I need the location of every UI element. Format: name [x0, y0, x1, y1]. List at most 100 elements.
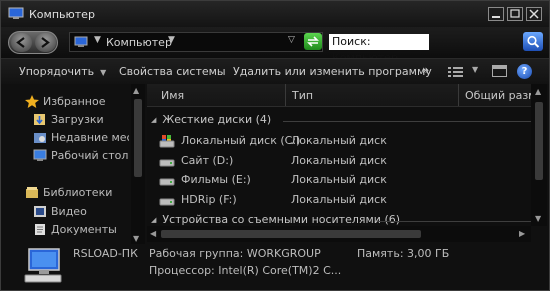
- drive-row[interactable]: Сайт (D:) Локальный диск: [159, 152, 519, 170]
- breadcrumb[interactable]: Компьютер: [106, 36, 172, 49]
- column-name[interactable]: Имя: [161, 89, 184, 102]
- more-commands-button[interactable]: »: [422, 63, 429, 77]
- chevron-down-icon[interactable]: ▼: [472, 65, 478, 74]
- scroll-down-icon[interactable]: ▼: [133, 234, 139, 243]
- arrow-right-icon: [41, 37, 50, 48]
- column-divider[interactable]: [285, 84, 286, 106]
- sidebar-item-label: Недавние места: [51, 131, 129, 144]
- address-row: ▼ Компьютер ▼ ▽ Поиск: Компьютер: [1, 27, 549, 64]
- address-history-dropdown[interactable]: ▽: [288, 35, 295, 45]
- drive-name: Локальный диск (C:): [181, 134, 301, 147]
- view-options-icon[interactable]: [448, 66, 464, 78]
- scrollbar-thumb[interactable]: [535, 102, 543, 180]
- address-bar[interactable]: ▼ Компьютер ▼ ▽: [69, 32, 323, 52]
- collapse-icon: ◢: [151, 116, 157, 124]
- sidebar-item-documents[interactable]: Документы: [33, 222, 129, 238]
- drive-row[interactable]: Фильмы (E:) Локальный диск: [159, 171, 519, 189]
- scroll-right-icon[interactable]: ▶: [519, 229, 525, 238]
- group-label: Устройства со съемными носителями (6): [162, 213, 401, 226]
- computer-icon: [8, 7, 24, 19]
- maximize-button[interactable]: [507, 7, 523, 21]
- computer-icon: [74, 36, 88, 47]
- video-icon: [34, 206, 46, 217]
- sidebar-item-recent-places[interactable]: Недавние места: [33, 130, 129, 146]
- scrollbar-thumb[interactable]: [161, 230, 421, 238]
- computer-name: RSLOAD-ПК: [73, 247, 138, 260]
- close-button[interactable]: [526, 7, 542, 21]
- system-properties-button[interactable]: Свойства системы: [119, 65, 226, 78]
- drive-row[interactable]: Локальный диск (C:) Локальный диск: [159, 132, 519, 150]
- star-icon: [25, 95, 39, 108]
- sidebar-item-desktop[interactable]: Рабочий стол: [33, 148, 129, 164]
- search-button[interactable]: [523, 32, 543, 51]
- sidebar-item-label: Загрузки: [51, 113, 104, 126]
- sidebar-item-label: Документы: [51, 223, 117, 236]
- explorer-window: Компьютер ▼ Компьютер ▼ ▽ Поиск: Упорядо…: [0, 0, 550, 291]
- sidebar-item-downloads[interactable]: Загрузки: [33, 112, 129, 128]
- maximize-icon: [510, 9, 520, 18]
- scroll-up-icon[interactable]: ▲: [133, 86, 139, 95]
- search-icon: [527, 35, 540, 48]
- preview-pane-icon[interactable]: [492, 65, 507, 77]
- window-title: Компьютер: [29, 8, 95, 21]
- file-list: Имя Тип Общий разме ◢ Жесткие диски (4) Л…: [147, 84, 531, 226]
- hard-drive-icon: [159, 178, 175, 186]
- sidebar-item-label: Видео: [51, 205, 87, 218]
- title-bar[interactable]: Компьютер: [1, 1, 549, 27]
- sidebar-item-libraries[interactable]: Библиотеки: [25, 185, 129, 201]
- organize-label: Упорядочить: [19, 65, 95, 78]
- navigation-buttons: [8, 31, 58, 54]
- group-header-removable[interactable]: ◢ Устройства со съемными носителями (6): [151, 213, 400, 226]
- horizontal-scrollbar[interactable]: ◀ ▶: [147, 226, 531, 242]
- navigation-pane: Избранное Загрузки Недавние места Рабочи…: [1, 84, 129, 244]
- collapse-icon: ◢: [151, 216, 157, 224]
- drive-name: HDRip (F:): [181, 193, 237, 206]
- column-headers: Имя Тип Общий разме: [147, 84, 531, 107]
- sidebar-scrollbar[interactable]: ▲ ▼: [131, 84, 145, 244]
- scrollbar-thumb[interactable]: [134, 99, 142, 177]
- drive-name: Сайт (D:): [181, 154, 234, 167]
- libraries-icon: [26, 187, 38, 198]
- chevron-down-icon[interactable]: ▼: [94, 35, 101, 45]
- sidebar-item-favorites[interactable]: Избранное: [25, 94, 129, 110]
- command-bar: Упорядочить ▼ Свойства системы Удалить ил…: [1, 58, 549, 84]
- documents-icon: [35, 224, 45, 235]
- forward-button[interactable]: [35, 33, 56, 52]
- chevron-down-icon: ▼: [100, 68, 107, 77]
- help-icon[interactable]: ?: [517, 64, 532, 79]
- organize-button[interactable]: Упорядочить ▼: [19, 65, 106, 78]
- sidebar-item-label: Избранное: [43, 95, 106, 108]
- drive-type: Локальный диск: [291, 193, 387, 206]
- sidebar-item-label: Рабочий стол: [51, 149, 129, 162]
- minimize-icon: [492, 16, 500, 18]
- details-pane: RSLOAD-ПК Рабочая группа: WORKGROUP Памя…: [1, 244, 549, 290]
- content-scrollbar[interactable]: ▲ ▼: [531, 84, 547, 226]
- downloads-icon: [34, 114, 45, 125]
- sidebar-item-label: Библиотеки: [43, 186, 113, 199]
- search-input[interactable]: Поиск: Компьютер: [329, 34, 429, 64]
- scroll-up-icon[interactable]: ▲: [535, 87, 541, 96]
- drive-type: Локальный диск: [291, 134, 387, 147]
- column-type[interactable]: Тип: [292, 89, 313, 102]
- system-drive-icon: [159, 135, 175, 148]
- back-button[interactable]: [11, 33, 32, 52]
- scroll-down-icon[interactable]: ▼: [535, 214, 541, 223]
- processor-info: Процессор: Intel(R) Core(TM)2 C...: [149, 264, 342, 277]
- refresh-icon: [307, 36, 319, 47]
- workgroup-info: Рабочая группа: WORKGROUP: [149, 247, 321, 260]
- sidebar-item-video[interactable]: Видео: [33, 204, 129, 220]
- uninstall-program-button[interactable]: Удалить или изменить программу: [233, 65, 432, 78]
- scroll-left-icon[interactable]: ◀: [150, 229, 156, 238]
- minimize-button[interactable]: [488, 7, 504, 21]
- group-divider: [283, 121, 531, 122]
- memory-info: Память: 3,00 ГБ: [357, 247, 450, 260]
- chevron-down-icon[interactable]: ▼: [168, 35, 175, 45]
- drive-row[interactable]: HDRip (F:) Локальный диск: [159, 191, 519, 209]
- column-total-size[interactable]: Общий разме: [465, 89, 531, 102]
- close-icon: [529, 9, 539, 19]
- column-divider[interactable]: [458, 84, 459, 106]
- drive-name: Фильмы (E:): [181, 173, 251, 186]
- desktop-icon: [33, 149, 47, 161]
- group-header-hard-disks[interactable]: ◢ Жесткие диски (4): [151, 113, 271, 129]
- refresh-button[interactable]: [304, 33, 322, 50]
